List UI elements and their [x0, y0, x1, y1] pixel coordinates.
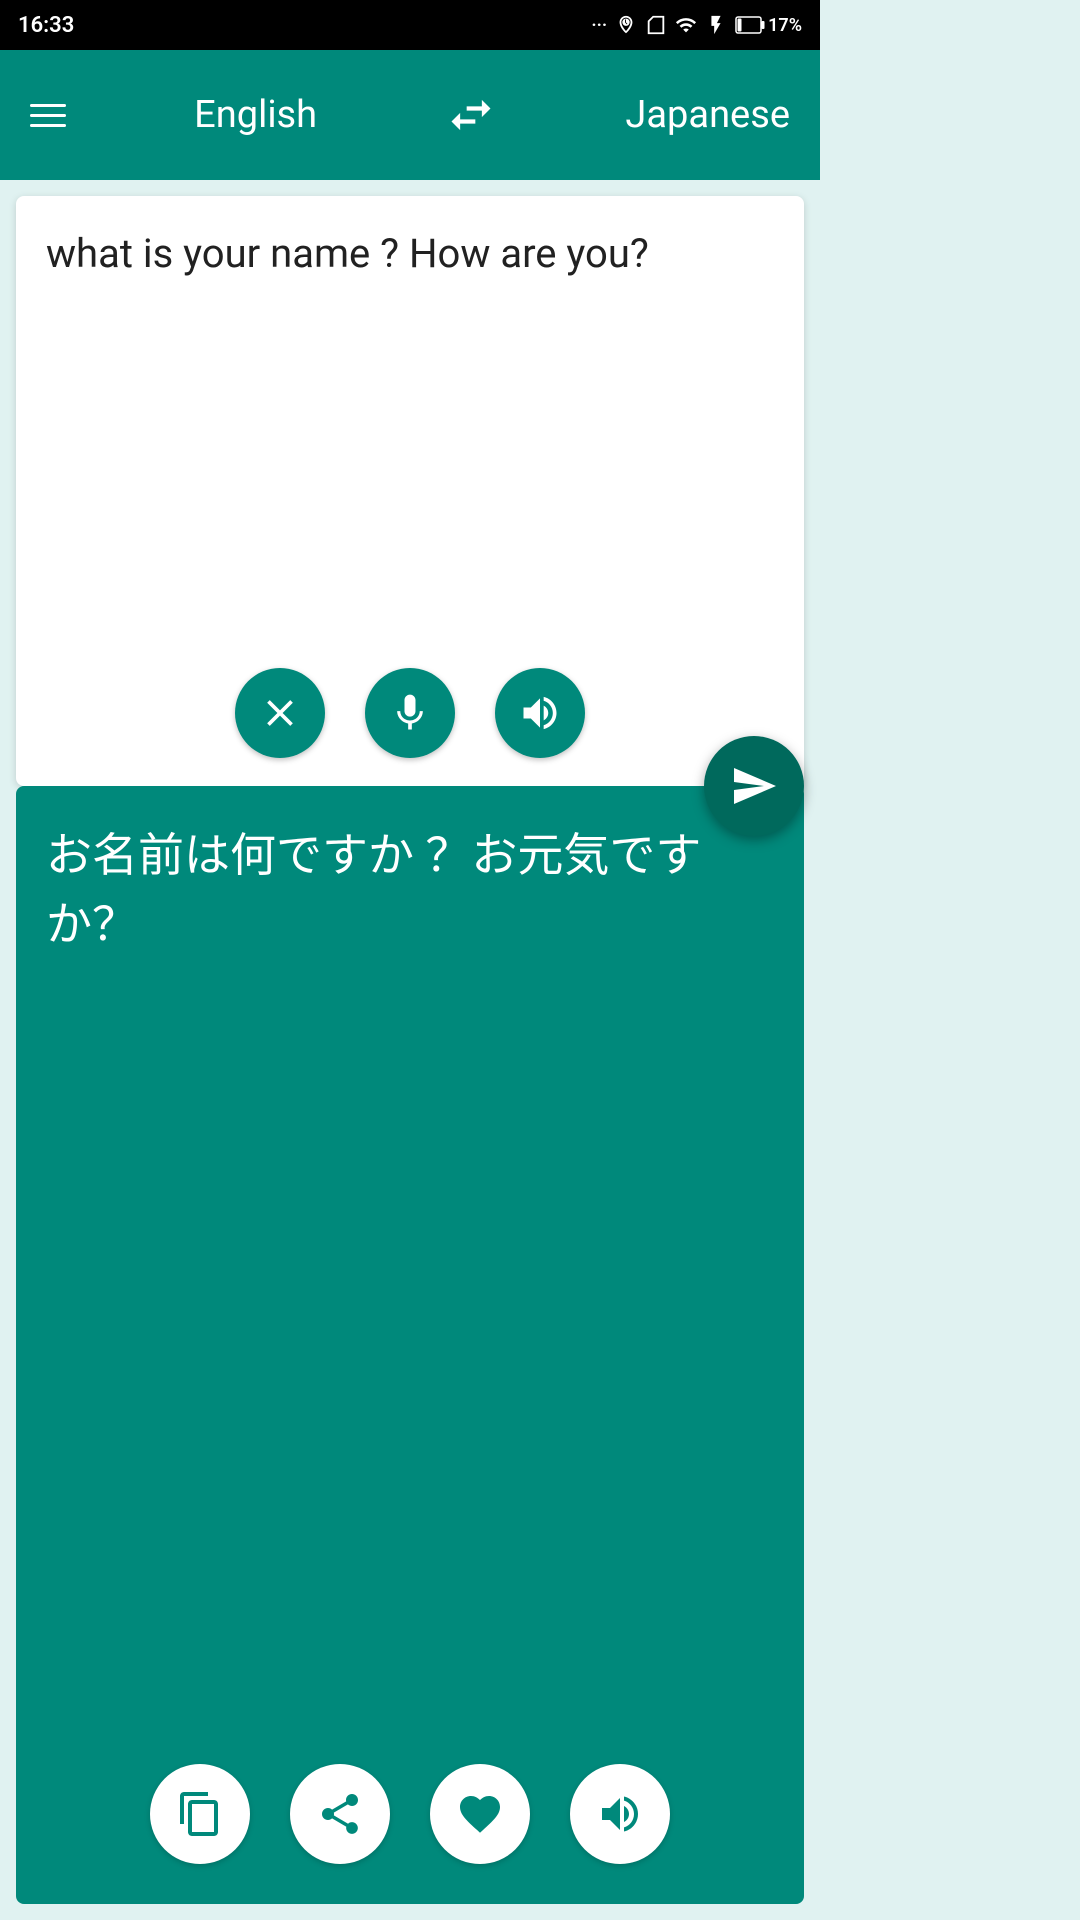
share-button[interactable] — [290, 1764, 390, 1864]
heart-icon — [456, 1790, 504, 1838]
battery-status: 17% — [735, 15, 802, 36]
volume-icon — [596, 1790, 644, 1838]
battery-icon — [735, 16, 765, 34]
toolbar: English Japanese — [0, 50, 820, 180]
source-text[interactable]: what is your name ? How are you? — [46, 226, 774, 686]
alarm-icon — [615, 14, 637, 36]
close-icon — [258, 691, 302, 735]
target-language-selector[interactable]: Japanese — [625, 93, 790, 137]
sim-icon — [645, 14, 667, 36]
target-speaker-button[interactable] — [570, 1764, 670, 1864]
main-content: what is your name ? How are you? — [0, 180, 820, 1920]
microphone-icon — [388, 691, 432, 735]
bolt-icon — [705, 14, 727, 36]
signal-icon — [675, 14, 697, 36]
send-icon — [730, 762, 778, 810]
status-time: 16:33 — [18, 13, 74, 38]
copy-icon — [176, 1790, 224, 1838]
dots-icon: ··· — [591, 15, 607, 36]
target-text: お名前は何ですか ？お元気ですか？ — [46, 822, 774, 1784]
status-bar: 16:33 ··· 17% — [0, 0, 820, 50]
copy-button[interactable] — [150, 1764, 250, 1864]
volume-icon — [518, 691, 562, 735]
target-actions — [16, 1764, 804, 1864]
translate-button[interactable] — [704, 736, 804, 836]
source-speaker-button[interactable] — [495, 668, 585, 758]
clear-button[interactable] — [235, 668, 325, 758]
swap-icon — [445, 89, 497, 141]
share-icon — [316, 1790, 364, 1838]
source-panel: what is your name ? How are you? — [16, 196, 804, 786]
target-panel: お名前は何ですか ？お元気ですか？ — [16, 786, 804, 1904]
swap-languages-button[interactable] — [445, 89, 497, 141]
menu-button[interactable] — [30, 104, 66, 127]
source-language-selector[interactable]: English — [194, 93, 317, 137]
favorite-button[interactable] — [430, 1764, 530, 1864]
microphone-button[interactable] — [365, 668, 455, 758]
source-actions — [16, 668, 804, 758]
status-icons: ··· 17% — [591, 14, 802, 36]
